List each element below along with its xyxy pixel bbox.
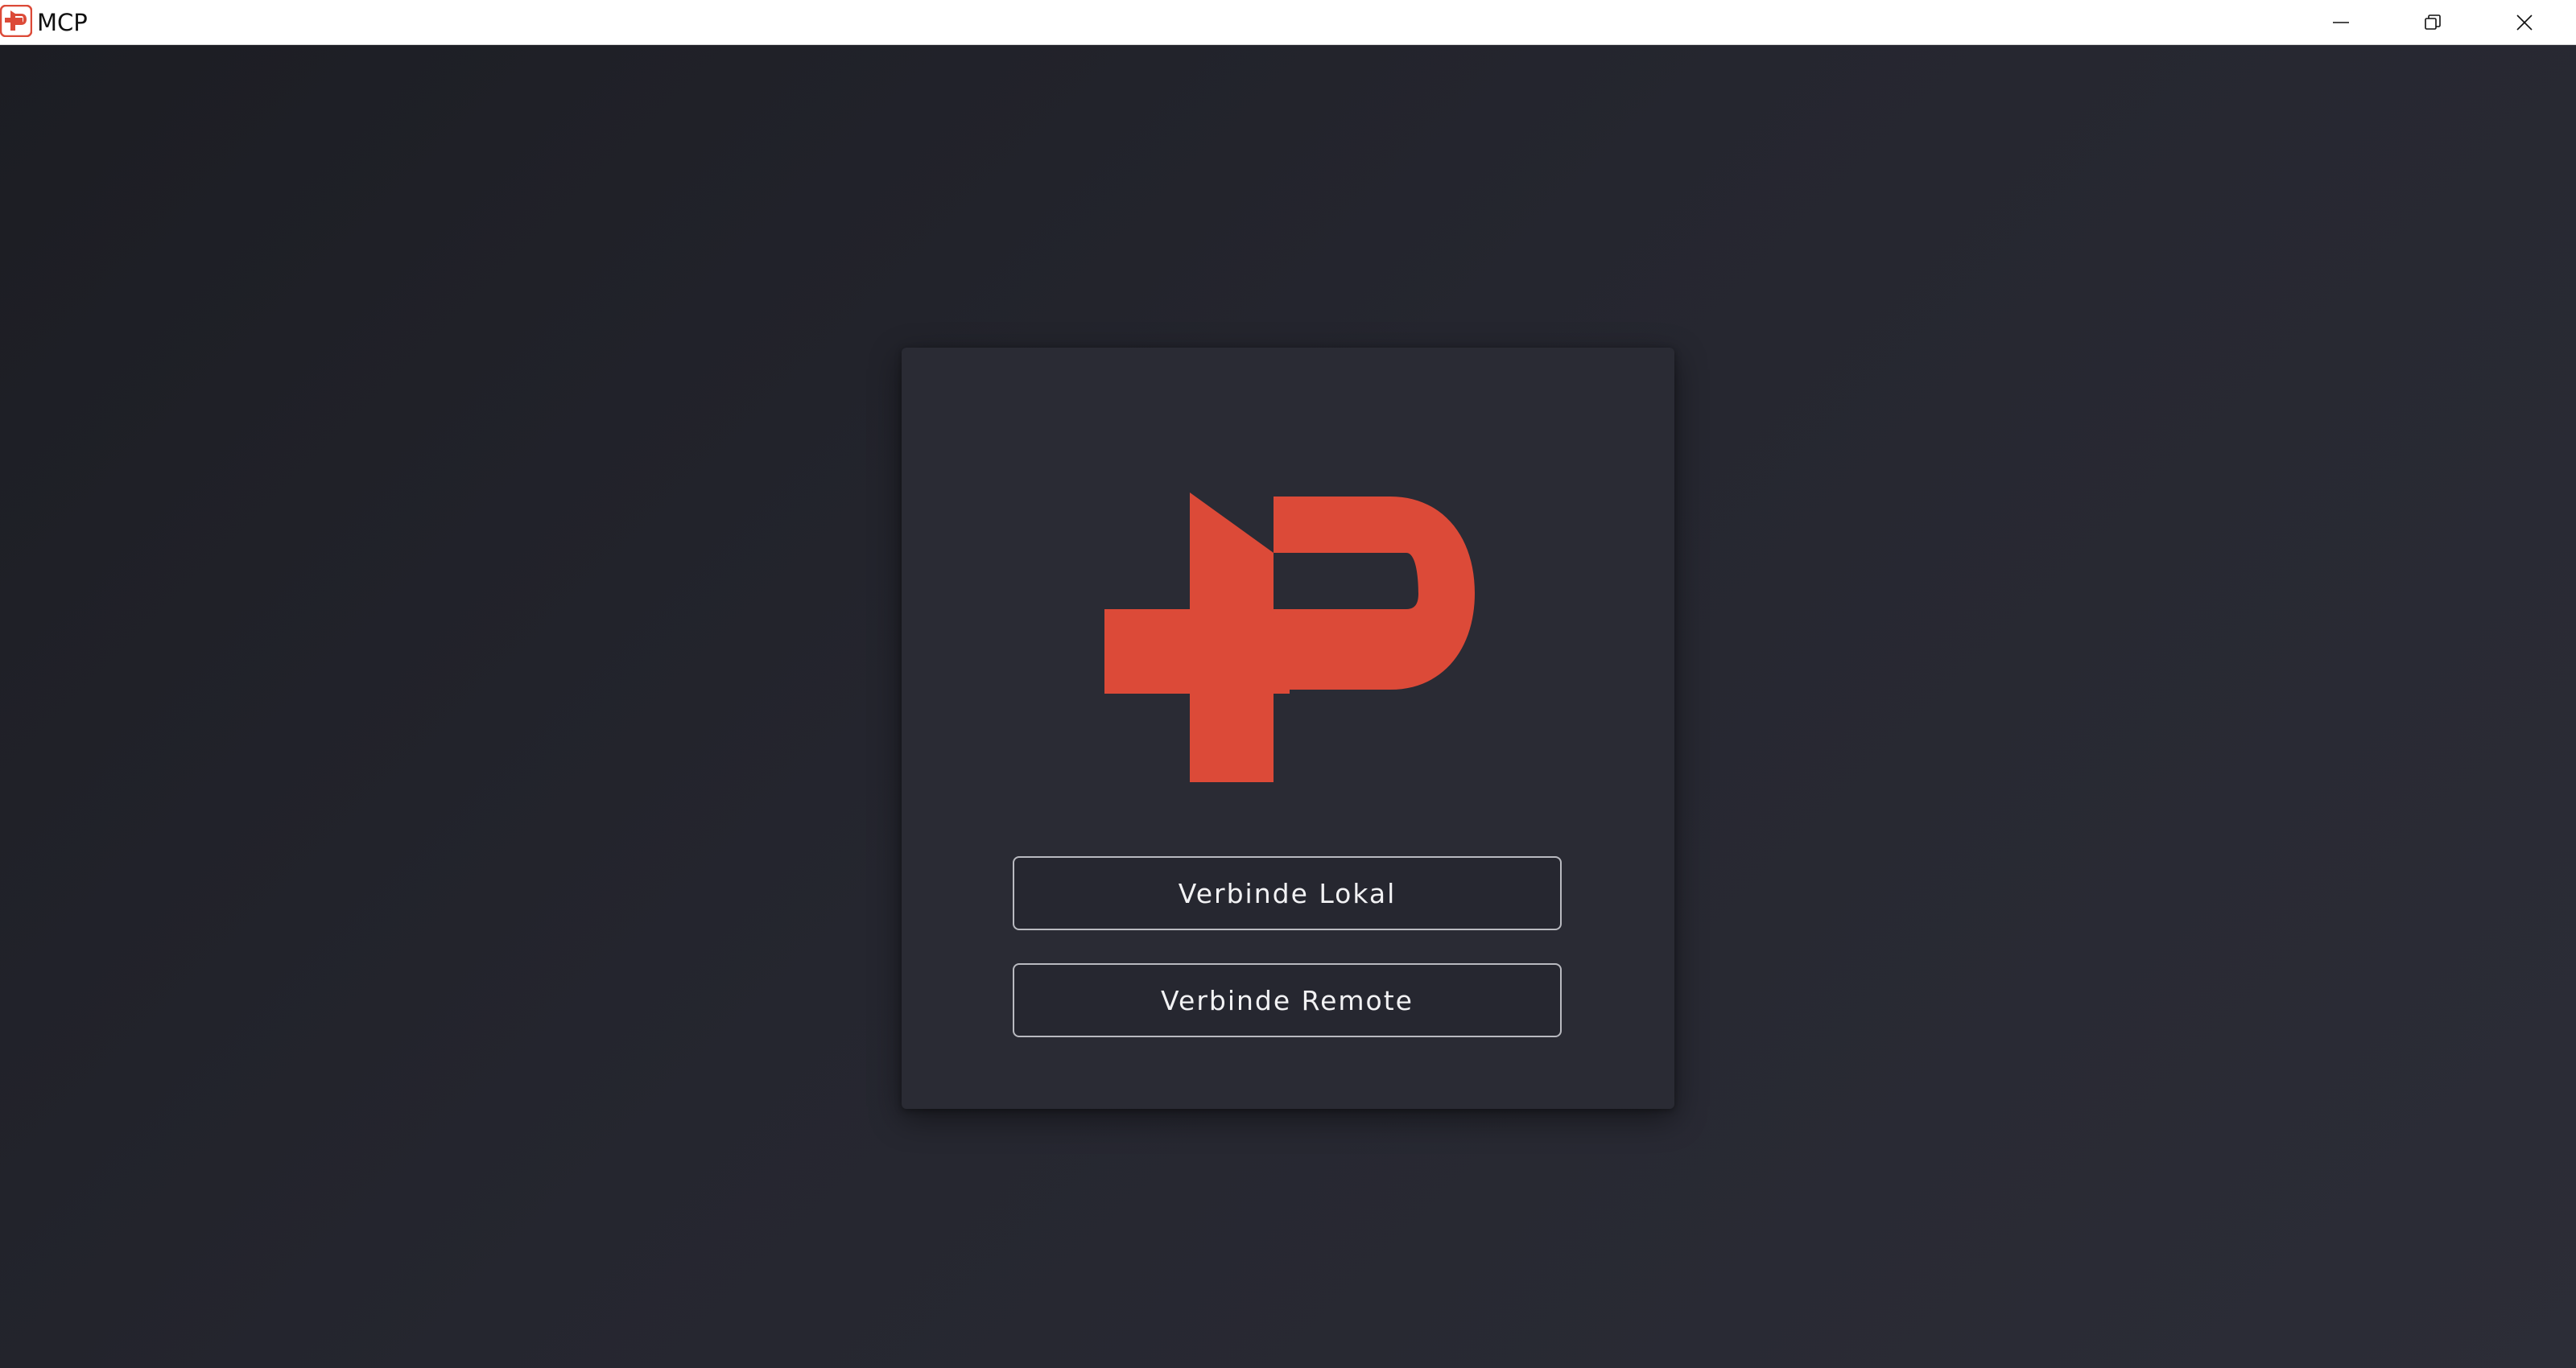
restore-button[interactable] bbox=[2388, 0, 2478, 45]
app-window: MCP Verbinde Lokal Verbinde Remote bbox=[0, 0, 2576, 1368]
title-bar[interactable]: MCP bbox=[0, 0, 2576, 45]
close-button[interactable] bbox=[2479, 0, 2570, 45]
minimize-icon bbox=[2333, 22, 2349, 23]
window-title: MCP bbox=[37, 9, 88, 36]
minimize-button[interactable] bbox=[2296, 0, 2386, 45]
app-logo-icon bbox=[0, 5, 32, 37]
connect-local-button[interactable]: Verbinde Lokal bbox=[1013, 856, 1562, 930]
restore-icon bbox=[2425, 14, 2441, 30]
connect-remote-button[interactable]: Verbinde Remote bbox=[1013, 963, 1562, 1037]
main-content: Verbinde Lokal Verbinde Remote bbox=[0, 45, 2576, 1368]
connect-card: Verbinde Lokal Verbinde Remote bbox=[902, 348, 1674, 1109]
mcp-logo bbox=[1104, 492, 1475, 782]
close-icon bbox=[2516, 14, 2533, 31]
